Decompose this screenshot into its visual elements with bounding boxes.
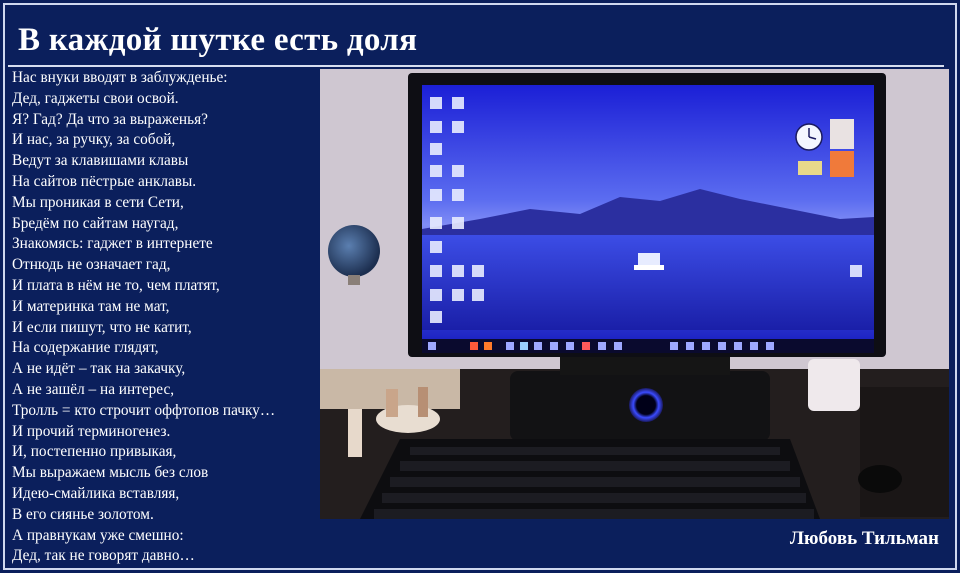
monitor-photo [320, 69, 949, 519]
page-title: В каждой шутке есть доля [18, 22, 418, 58]
title-divider [8, 65, 944, 67]
poem-line: И нас, за ручку, за собой, [12, 131, 176, 149]
poem-line: А не зашёл – на интерес, [12, 380, 175, 398]
poem-line: А не идёт – так на закачку, [12, 360, 186, 378]
poem-text: Нас внуки вводят в заблужденье: Дед, гад… [12, 68, 322, 567]
poem-line: Мы выражаем мысль без слов [12, 464, 209, 482]
poem-line: Дед, гаджеты свои освой. [12, 89, 179, 107]
poem-line: Идею-смайлика вставляя, [12, 484, 180, 502]
poem-line: А правнукам уже смешно: [12, 526, 184, 544]
poem-line: Дед, так не говорят давно… [12, 547, 195, 565]
poem-line: Знакомясь: гаджет в интернете [12, 235, 213, 253]
poem-line: И прочий терминогенез. [12, 422, 171, 440]
poem-line: Я? Гад? Да что за выраженья? [12, 110, 208, 128]
poem-line: И, постепенно привыкая, [12, 443, 177, 461]
poem-line: Тролль = кто строчит оффтопов пачку… [12, 401, 276, 419]
poem-line: И материнка там не мат, [12, 297, 170, 315]
poem-line: Бредём по сайтам наугад, [12, 214, 179, 232]
poem-line: Мы проникая в сети Сети, [12, 193, 184, 211]
poem-line: На сайтов пёстрые анклавы. [12, 172, 197, 190]
poem-line: И если пишут, что не катит, [12, 318, 192, 336]
author-signature: Любовь Тильман [789, 528, 939, 549]
poem-line: Отнюдь не означает гад, [12, 256, 171, 274]
poem-line: Ведут за клавишами клавы [12, 152, 189, 170]
poem-line: В его сиянье золотом. [12, 505, 154, 523]
poem-line: На содержание глядят, [12, 339, 159, 357]
poem-line: Нас внуки вводят в заблужденье: [12, 69, 228, 86]
poem-line: И плата в нём не то, чем платят, [12, 276, 220, 294]
